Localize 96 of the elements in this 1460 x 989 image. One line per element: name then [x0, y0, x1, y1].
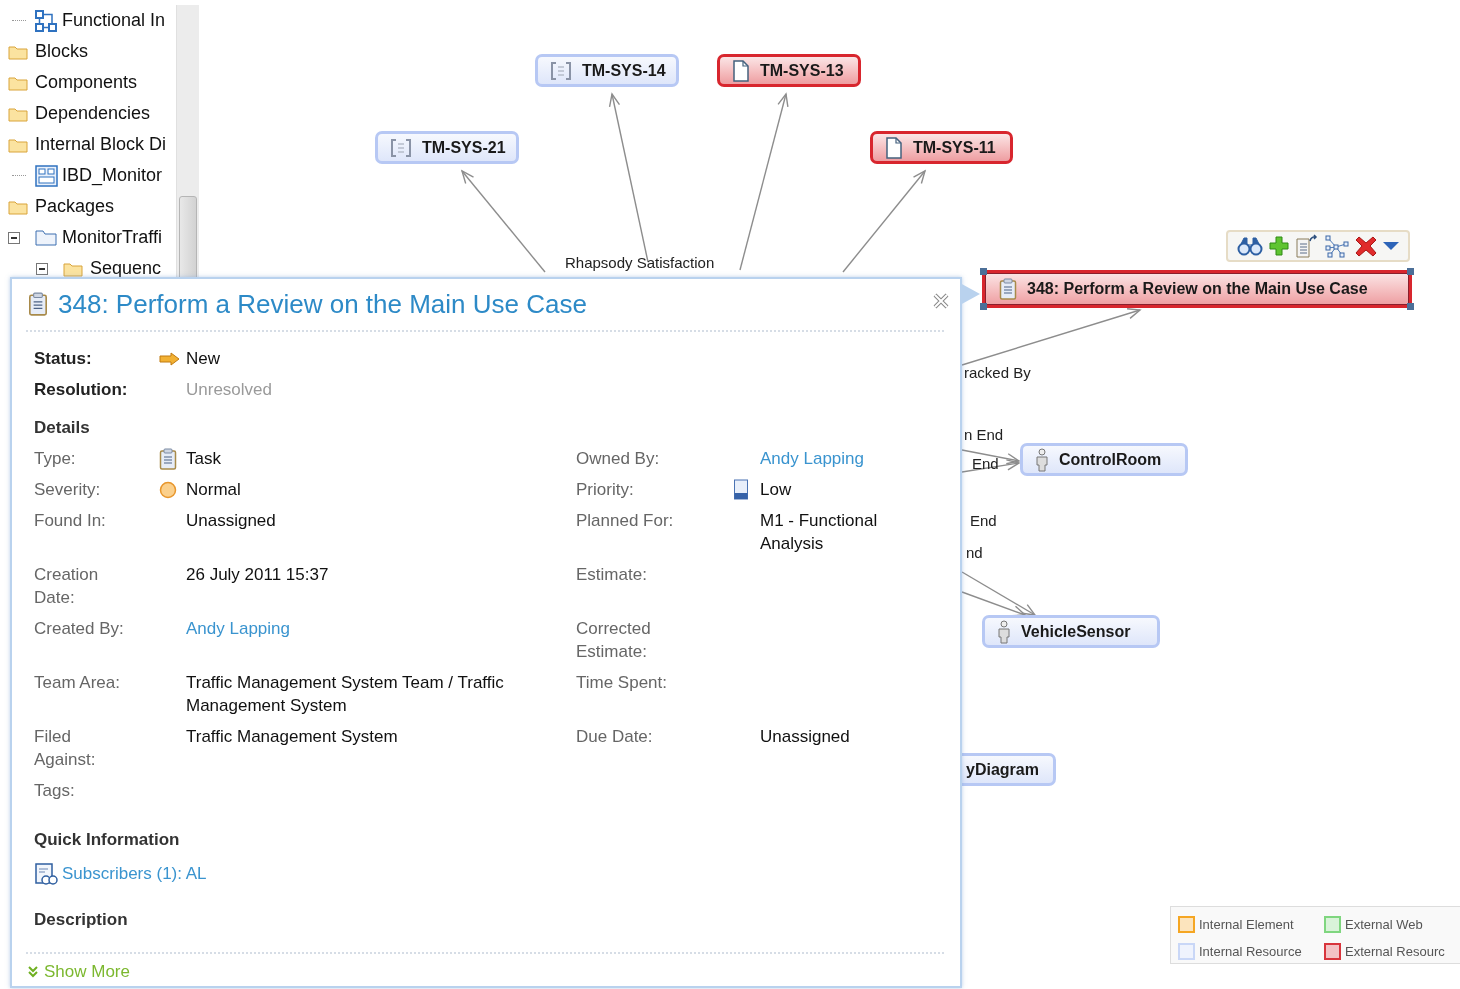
- field-label: Team Area:: [34, 672, 121, 694]
- close-icon[interactable]: [932, 292, 950, 310]
- field-value: Unassigned: [186, 510, 276, 532]
- folder-icon: [8, 105, 28, 122]
- caret-icon[interactable]: [1381, 240, 1400, 252]
- edge-label: racked By: [964, 364, 1031, 381]
- subscribers-icon: [34, 862, 58, 886]
- edge-label: nd: [966, 544, 983, 561]
- diagram-node[interactable]: TM-SYS-14: [535, 54, 679, 87]
- tree-item[interactable]: Dependencies: [0, 98, 176, 129]
- clipboard-icon: [159, 447, 177, 470]
- tree-item[interactable]: Internal Block Di: [0, 129, 176, 160]
- edge-label: n End: [964, 426, 1004, 443]
- field-value: Normal: [186, 479, 241, 501]
- field-value: Unassigned: [760, 726, 850, 748]
- legend-label: External Resourc: [1345, 944, 1445, 959]
- priority-icon: [733, 478, 749, 501]
- field-label: Type:: [34, 448, 77, 470]
- field-label: Owned By:: [576, 448, 661, 470]
- resize-handle[interactable]: [1407, 303, 1414, 310]
- diagram-node[interactable]: TM-SYS-13: [717, 54, 861, 87]
- folder-icon: [35, 229, 57, 246]
- document-icon: [732, 59, 750, 82]
- field-label: Severity:: [34, 479, 102, 501]
- field-label: Found In:: [34, 510, 107, 532]
- bracket-icon: [550, 60, 572, 81]
- scrollbar[interactable]: [176, 5, 199, 280]
- field-value: Task: [186, 448, 221, 470]
- edge-label: End: [972, 455, 999, 472]
- legend-label: Internal Resource: [1199, 944, 1302, 959]
- legend-label: External Web: [1345, 917, 1423, 932]
- tree-item[interactable]: Functional In: [0, 5, 176, 36]
- popup-title: 348: Perform a Review on the Main Use Case: [58, 288, 588, 320]
- resize-handle[interactable]: [1407, 268, 1414, 275]
- bracket-icon: [390, 137, 412, 158]
- field-label: Priority:: [576, 479, 635, 501]
- diagram-node[interactable]: TM-SYS-11: [870, 131, 1013, 164]
- add-icon[interactable]: [1267, 235, 1290, 257]
- field-label: Created By:: [34, 618, 125, 640]
- resize-handle[interactable]: [980, 303, 987, 310]
- folder-icon: [8, 74, 28, 91]
- field-value: Unresolved: [186, 379, 272, 401]
- folder-icon: [8, 198, 28, 215]
- tree-item[interactable]: Blocks: [0, 36, 176, 67]
- field-label: Planned For:: [576, 510, 675, 532]
- diagram-node[interactable]: 348: Perform a Review on the Main Use Case: [982, 270, 1412, 308]
- field-value: Low: [760, 479, 792, 501]
- folder-icon: [8, 136, 28, 153]
- person-icon: [997, 619, 1011, 644]
- folder-icon: [8, 43, 28, 60]
- document-icon: [885, 136, 903, 159]
- collapse-toggle[interactable]: [36, 262, 48, 275]
- diagram-icon: [35, 9, 57, 32]
- field-label: Filed Against:: [34, 726, 97, 771]
- circle-icon: [159, 480, 177, 499]
- document-icon[interactable]: [1294, 234, 1319, 258]
- binoculars-icon[interactable]: [1236, 235, 1263, 257]
- connector-arrow: [961, 459, 1021, 473]
- field-value: Traffic Management System Team / Traffic Management System: [186, 672, 505, 717]
- field-value: 26 July 2011 15:37: [186, 564, 329, 586]
- diagram-node[interactable]: ControlRoom: [1020, 443, 1188, 476]
- field-label: Corrected Estimate:: [576, 618, 652, 663]
- delete-icon[interactable]: [1354, 235, 1377, 257]
- tree-item[interactable]: Components: [0, 67, 176, 98]
- field-label: Resolution:: [34, 379, 129, 401]
- field-value: Traffic Management System: [186, 726, 398, 748]
- diagram-node[interactable]: VehicleSensor: [982, 615, 1160, 648]
- collapse-toggle[interactable]: [8, 231, 20, 244]
- tree-item[interactable]: MonitorTraffi: [0, 222, 176, 253]
- field-value: New: [186, 348, 220, 370]
- chevron-icon: [28, 966, 38, 978]
- field-label: Tags:: [34, 780, 76, 802]
- field-label: Estimate:: [576, 564, 648, 586]
- clipboard-icon: [999, 278, 1017, 300]
- arrow-icon: [159, 351, 181, 366]
- edge-label: Rhapsody Satisfaction: [565, 254, 715, 271]
- scrollbar-thumb[interactable]: [179, 196, 197, 280]
- tree-item[interactable]: Sequenc: [0, 253, 176, 280]
- field-label: Time Spent:: [576, 672, 669, 694]
- section-heading: Quick Information: [34, 830, 181, 850]
- field-label: Due Date:: [576, 726, 654, 748]
- field-value: M1 - Functional Analysis: [760, 510, 879, 555]
- person-icon: [1035, 447, 1049, 472]
- network-icon[interactable]: [1323, 234, 1350, 258]
- section-heading: Description: [34, 910, 129, 930]
- block-diagram-icon: [35, 164, 58, 187]
- legend-label: Internal Element: [1199, 917, 1294, 932]
- resize-handle[interactable]: [980, 268, 987, 275]
- tree-item[interactable]: IBD_Monitor: [0, 160, 176, 191]
- field-label: Status:: [34, 348, 93, 370]
- section-heading: Details: [34, 417, 91, 439]
- field-label: Creation Date:: [34, 564, 100, 609]
- diagram-node[interactable]: TM-SYS-21: [375, 131, 519, 164]
- edge-label: End: [970, 512, 997, 529]
- clipboard-icon: [28, 292, 48, 316]
- tree-item[interactable]: Packages: [0, 191, 176, 222]
